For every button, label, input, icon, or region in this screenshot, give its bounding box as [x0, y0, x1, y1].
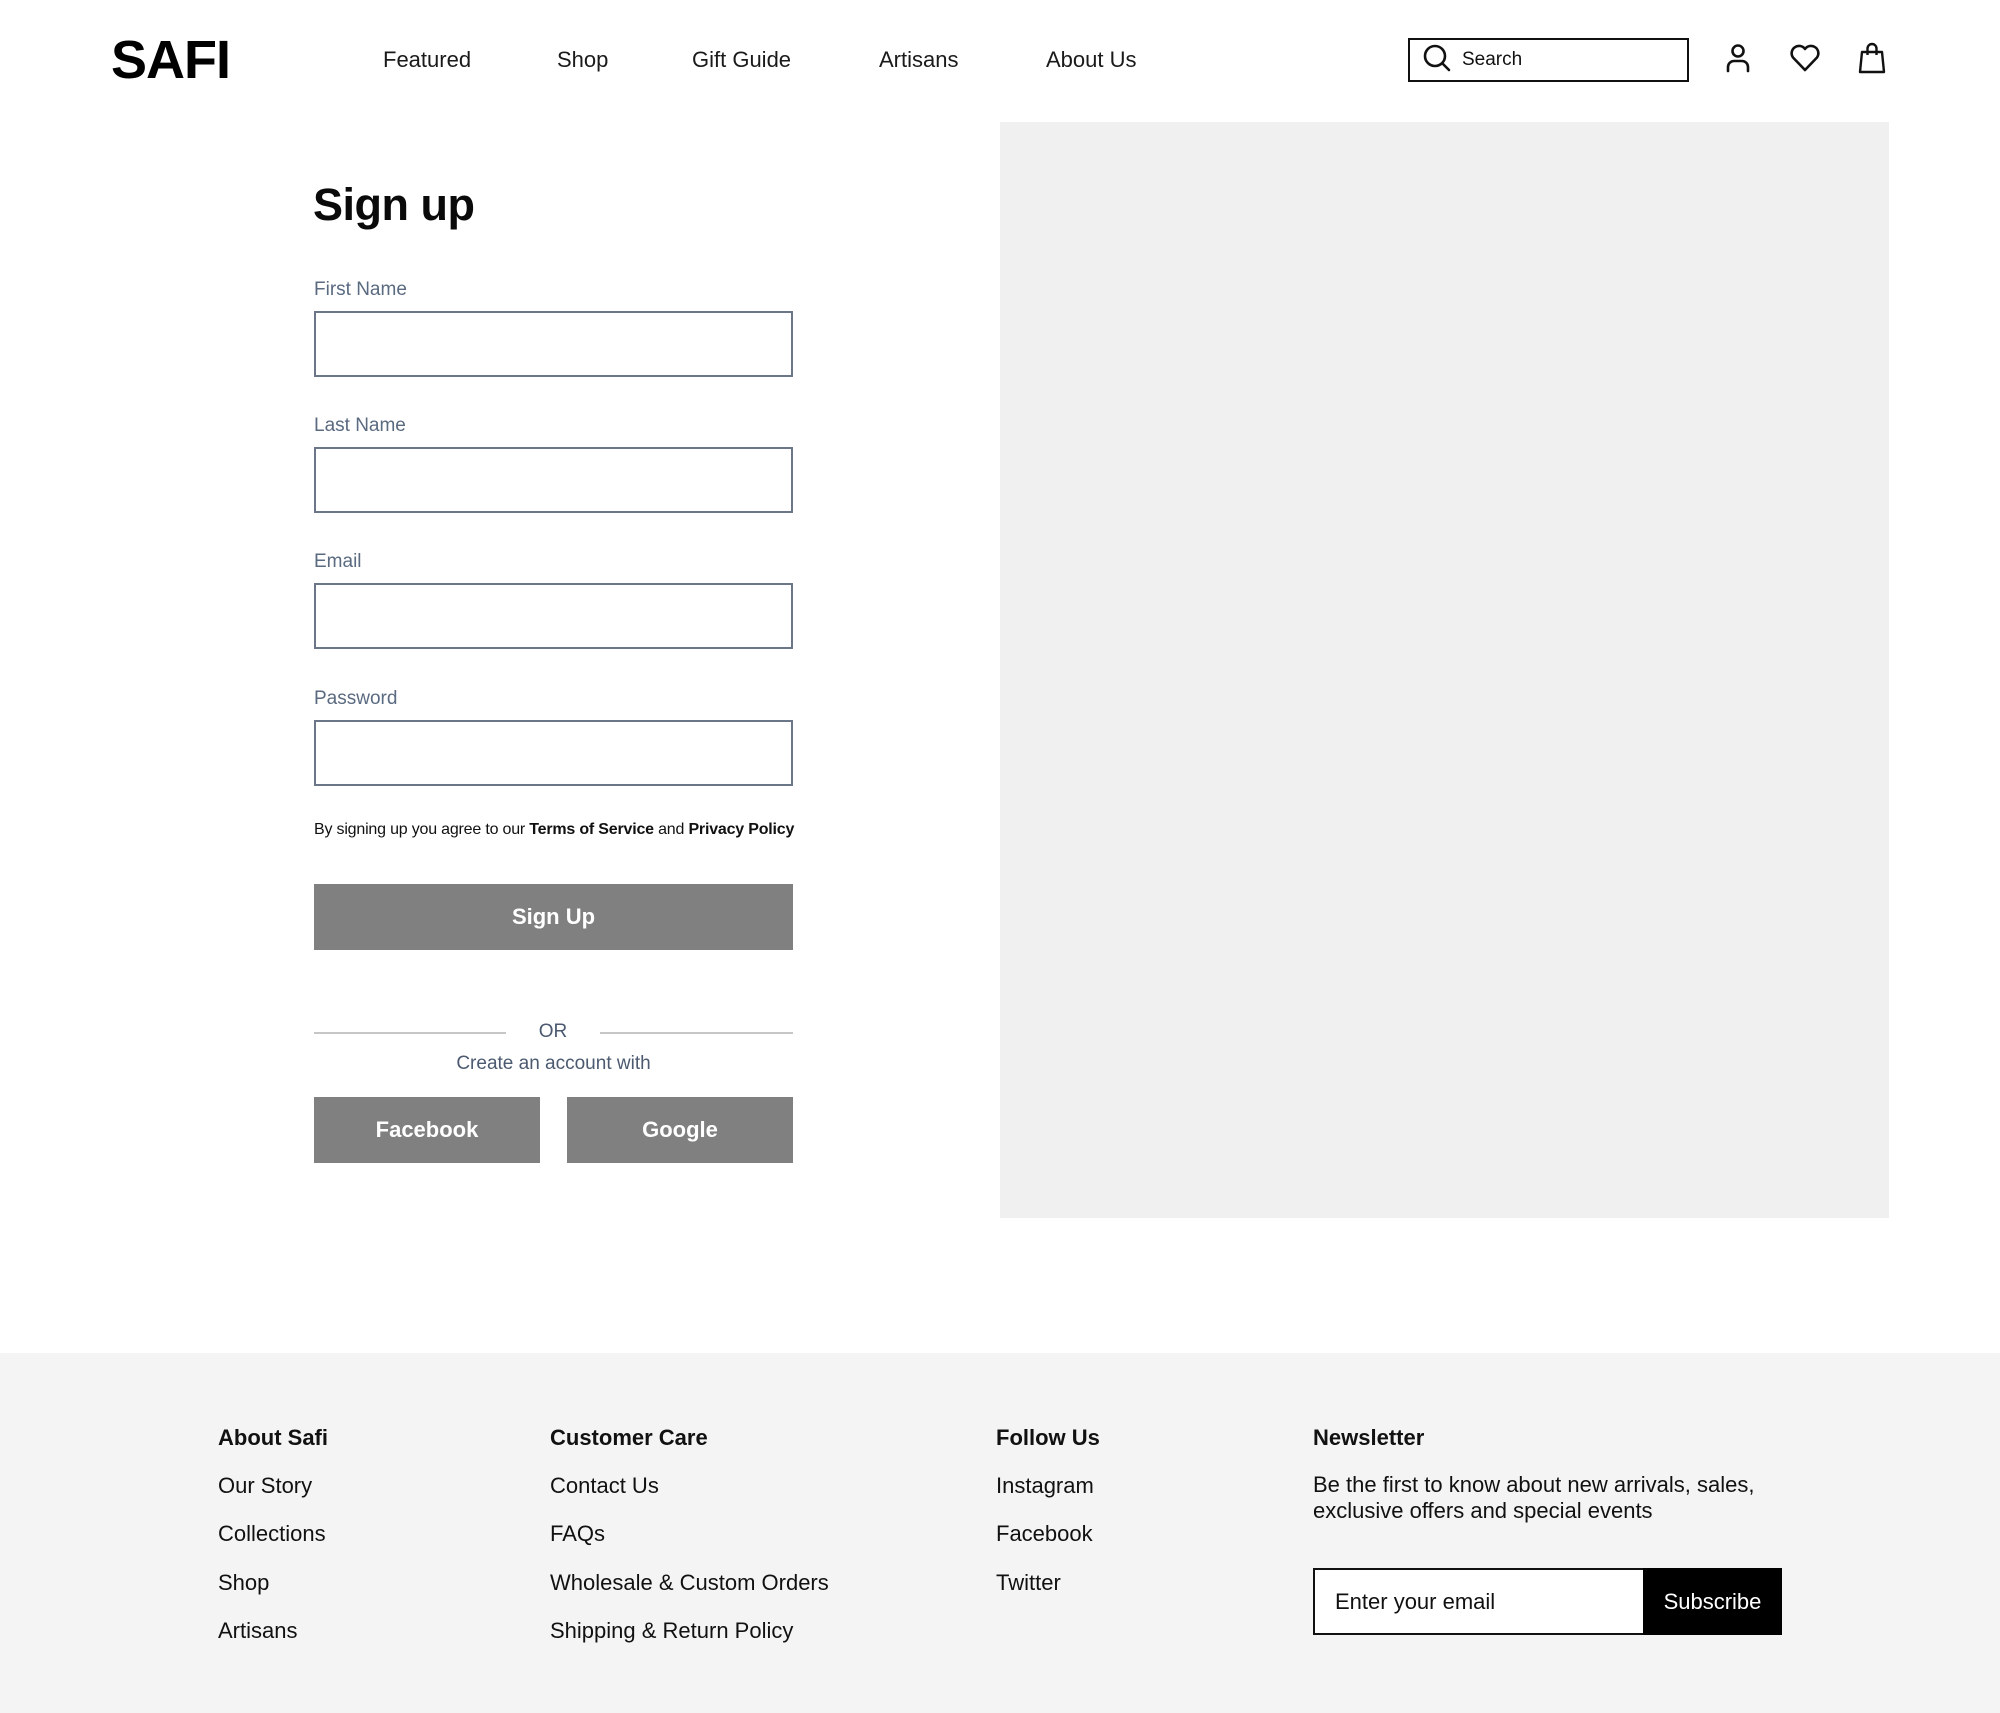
sign-up-button[interactable]: Sign Up	[314, 884, 793, 950]
password-label: Password	[314, 688, 398, 709]
first-name-label: First Name	[314, 279, 407, 300]
nav-about-us[interactable]: About Us	[1046, 46, 1137, 74]
first-name-field[interactable]	[314, 311, 793, 377]
search-box[interactable]	[1408, 38, 1689, 82]
nav-featured[interactable]: Featured	[383, 46, 471, 74]
footer-link-shipping-returns[interactable]: Shipping & Return Policy	[550, 1617, 793, 1645]
shopping-bag-icon	[1855, 41, 1889, 80]
terms-of-service-link[interactable]: Terms of Service	[529, 821, 654, 838]
email-field[interactable]	[314, 583, 793, 649]
or-divider-text: OR	[538, 1021, 568, 1042]
hero-image-placeholder	[1000, 122, 1889, 1218]
footer-link-our-story[interactable]: Our Story	[218, 1472, 312, 1500]
nav-artisans[interactable]: Artisans	[879, 46, 958, 74]
footer-heading-customer-care: Customer Care	[550, 1425, 708, 1450]
page-title: Sign up	[313, 179, 475, 230]
footer-link-wholesale[interactable]: Wholesale & Custom Orders	[550, 1569, 829, 1597]
terms-and: and	[653, 821, 689, 838]
google-signup-button[interactable]: Google	[567, 1097, 793, 1163]
footer-link-faqs[interactable]: FAQs	[550, 1520, 605, 1548]
footer-link-twitter[interactable]: Twitter	[996, 1569, 1061, 1597]
newsletter-heading: Newsletter	[1313, 1425, 1425, 1450]
footer-link-instagram[interactable]: Instagram	[996, 1472, 1094, 1500]
nav-shop[interactable]: Shop	[557, 46, 608, 74]
account-button[interactable]	[1716, 38, 1760, 82]
footer-heading-follow-us: Follow Us	[996, 1425, 1100, 1450]
newsletter-description: Be the first to know about new arrivals,…	[1313, 1472, 1755, 1523]
footer-link-facebook[interactable]: Facebook	[996, 1520, 1093, 1548]
search-icon	[1422, 43, 1452, 78]
divider-right	[600, 1032, 793, 1034]
nav-gift-guide[interactable]: Gift Guide	[692, 46, 791, 74]
footer-link-artisans[interactable]: Artisans	[218, 1617, 297, 1645]
facebook-signup-button[interactable]: Facebook	[314, 1097, 540, 1163]
footer-link-shop[interactable]: Shop	[218, 1569, 269, 1597]
user-icon	[1721, 41, 1755, 80]
heart-icon	[1788, 41, 1822, 80]
terms-prefix: By signing up you agree to our	[314, 821, 530, 838]
search-input[interactable]	[1462, 49, 1662, 71]
wishlist-button[interactable]	[1783, 38, 1827, 82]
email-label: Email	[314, 551, 362, 572]
privacy-policy-link[interactable]: Privacy Policy	[688, 821, 794, 838]
newsletter-email-input[interactable]	[1313, 1568, 1644, 1635]
footer-link-contact-us[interactable]: Contact Us	[550, 1472, 659, 1500]
subscribe-button[interactable]: Subscribe	[1643, 1568, 1782, 1635]
logo[interactable]: SAFI	[111, 32, 231, 88]
last-name-label: Last Name	[314, 415, 406, 436]
terms-notice: By signing up you agree to our Terms of …	[314, 819, 794, 841]
password-field[interactable]	[314, 720, 793, 786]
social-prompt: Create an account with	[456, 1053, 651, 1074]
divider-left	[314, 1032, 506, 1034]
last-name-field[interactable]	[314, 447, 793, 513]
cart-button[interactable]	[1850, 38, 1894, 82]
footer-heading-about: About Safi	[218, 1425, 328, 1450]
footer-link-collections[interactable]: Collections	[218, 1520, 326, 1548]
